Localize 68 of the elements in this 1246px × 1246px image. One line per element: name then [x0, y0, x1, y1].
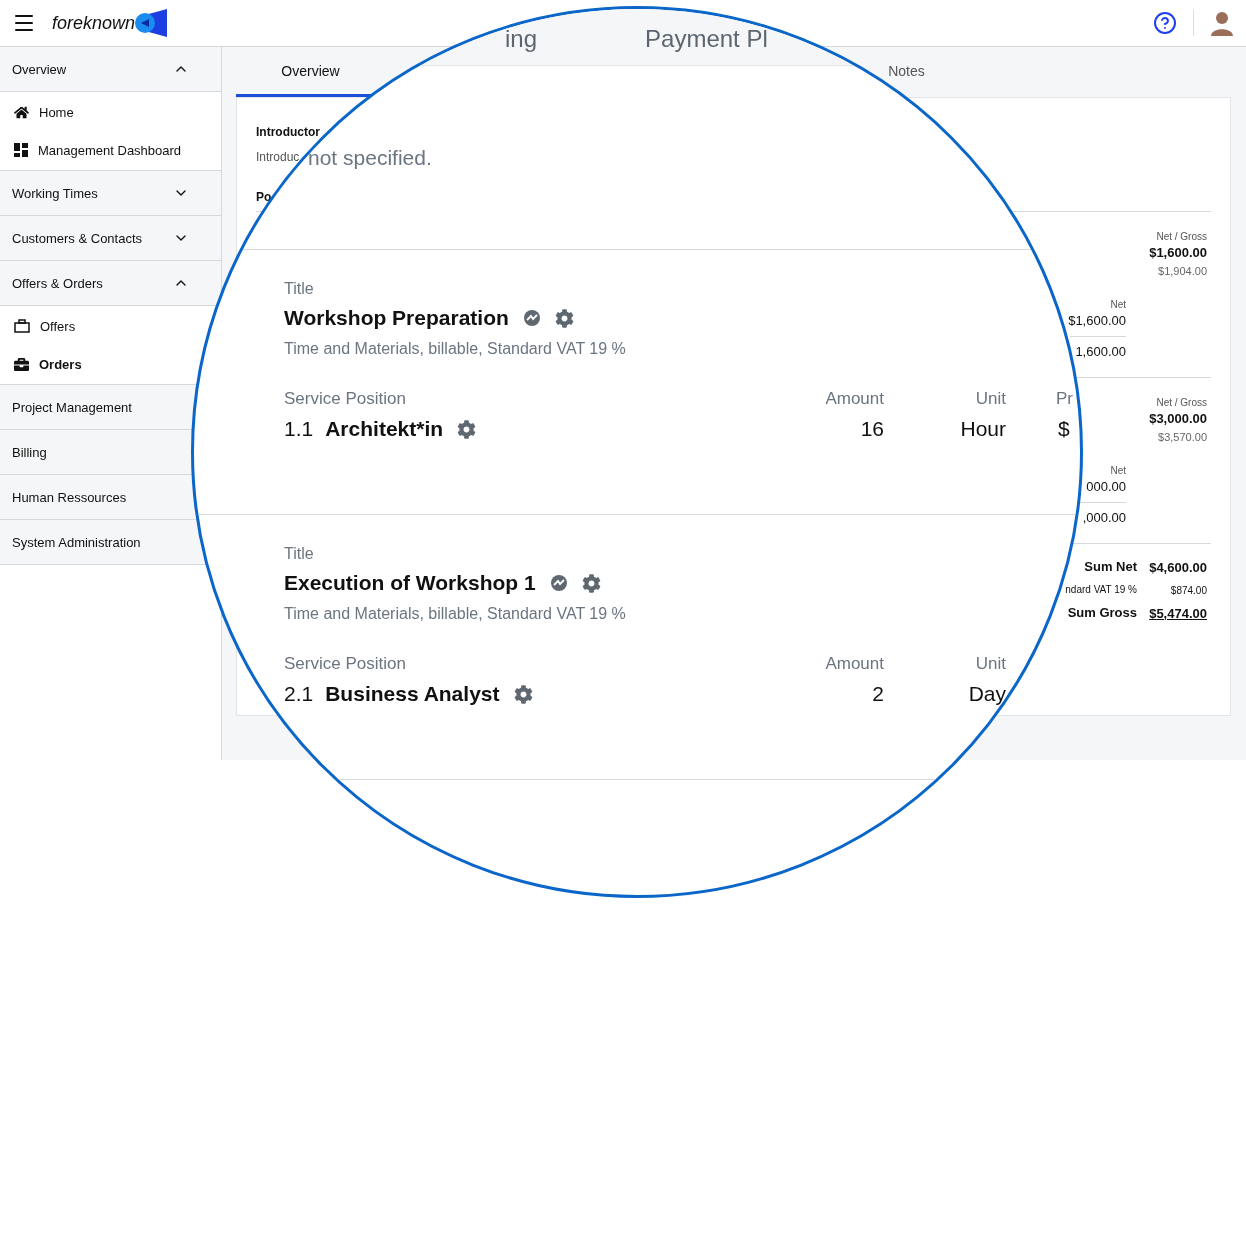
- position-name: Architekt*in: [325, 417, 444, 441]
- sidebar-item[interactable]: Orders: [39, 356, 82, 372]
- home-icon: [14, 104, 29, 120]
- sidebar-section[interactable]: Human Ressources: [12, 489, 127, 505]
- sidebar-section[interactable]: Offers & Orders: [12, 275, 103, 291]
- net-amount: 1,600.00: [1075, 343, 1126, 361]
- column-label: Amount: [825, 389, 884, 409]
- position-number: 1.1: [284, 417, 314, 441]
- avatar-icon[interactable]: [1210, 10, 1234, 36]
- settings-icon[interactable]: [554, 308, 574, 328]
- total-label: ndard VAT 19 %: [1065, 583, 1137, 597]
- section-heading: Introductor: [256, 124, 320, 140]
- gross-amount: $3,570.00: [1158, 430, 1207, 445]
- sidebar-item[interactable]: Offers: [40, 318, 76, 334]
- gross-amount: $1,904.00: [1158, 264, 1207, 279]
- position-name: Business Analyst: [325, 682, 500, 706]
- net-amount: $1,600.00: [1068, 312, 1126, 330]
- column-label: Net: [1110, 464, 1126, 478]
- cell-value: 2: [872, 682, 884, 706]
- tab[interactable]: Notes: [888, 62, 925, 79]
- sidebar-item[interactable]: Home: [39, 104, 74, 120]
- field-label: Title: [284, 544, 315, 564]
- cell-value: Hour: [960, 417, 1006, 441]
- cell-value: Day: [968, 682, 1006, 706]
- tab[interactable]: Overview: [281, 62, 340, 79]
- sidebar-item[interactable]: Management Dashboard: [38, 142, 182, 158]
- column-label: Pr: [1055, 389, 1073, 409]
- column-label: Service Position: [284, 389, 406, 409]
- total-value: $4,600.00: [1148, 559, 1207, 575]
- column-label: Amount: [825, 654, 884, 674]
- column-label: Net / Gross: [1156, 396, 1207, 410]
- cell-value: 16: [860, 417, 884, 441]
- tab[interactable]: Payment Pl: [645, 25, 768, 53]
- sidebar-section[interactable]: Overview: [12, 61, 67, 77]
- cell-value: $: [1057, 417, 1070, 441]
- dashboard-icon: [14, 143, 28, 157]
- column-label: Unit: [975, 389, 1006, 409]
- column-label: Net / Gross: [1156, 230, 1207, 244]
- net-amount: 000.00: [1086, 478, 1126, 496]
- total-label: Sum Gross: [1066, 604, 1137, 622]
- logo-icon: [135, 9, 168, 37]
- tab[interactable]: ing: [505, 25, 538, 53]
- item-title: Execution of Workshop 1: [284, 571, 536, 595]
- column-label: Net: [1110, 298, 1126, 312]
- column-label: Unit: [975, 654, 1006, 674]
- position-number: 2.1: [284, 682, 314, 706]
- item-title: Workshop Preparation: [284, 306, 509, 330]
- net-amount: $3,000.00: [1149, 410, 1207, 428]
- intro-text: not specified.: [308, 146, 432, 169]
- intro-text: Introduc: [256, 149, 300, 165]
- sidebar-section[interactable]: Billing: [12, 444, 47, 460]
- net-amount: $1,600.00: [1149, 244, 1207, 262]
- field-label: Title: [284, 279, 315, 299]
- net-amount: ,000.00: [1082, 509, 1126, 527]
- column-label: Service Position: [284, 654, 406, 674]
- section-heading: Po: [256, 189, 272, 205]
- briefcase-icon: [14, 319, 30, 333]
- settings-icon[interactable]: [581, 573, 601, 593]
- total-label: Sum Net: [1083, 558, 1137, 576]
- settings-icon[interactable]: [457, 419, 477, 439]
- settings-icon[interactable]: [513, 684, 533, 704]
- sidebar-section[interactable]: Working Times: [12, 185, 98, 201]
- help-icon[interactable]: [1153, 11, 1177, 35]
- sidebar-section[interactable]: Project Management: [12, 399, 132, 415]
- app-name: foreknown: [52, 12, 136, 34]
- total-value: $5,474.00: [1148, 605, 1207, 621]
- briefcase-icon: [14, 356, 29, 372]
- total-value: $874.00: [1169, 584, 1207, 596]
